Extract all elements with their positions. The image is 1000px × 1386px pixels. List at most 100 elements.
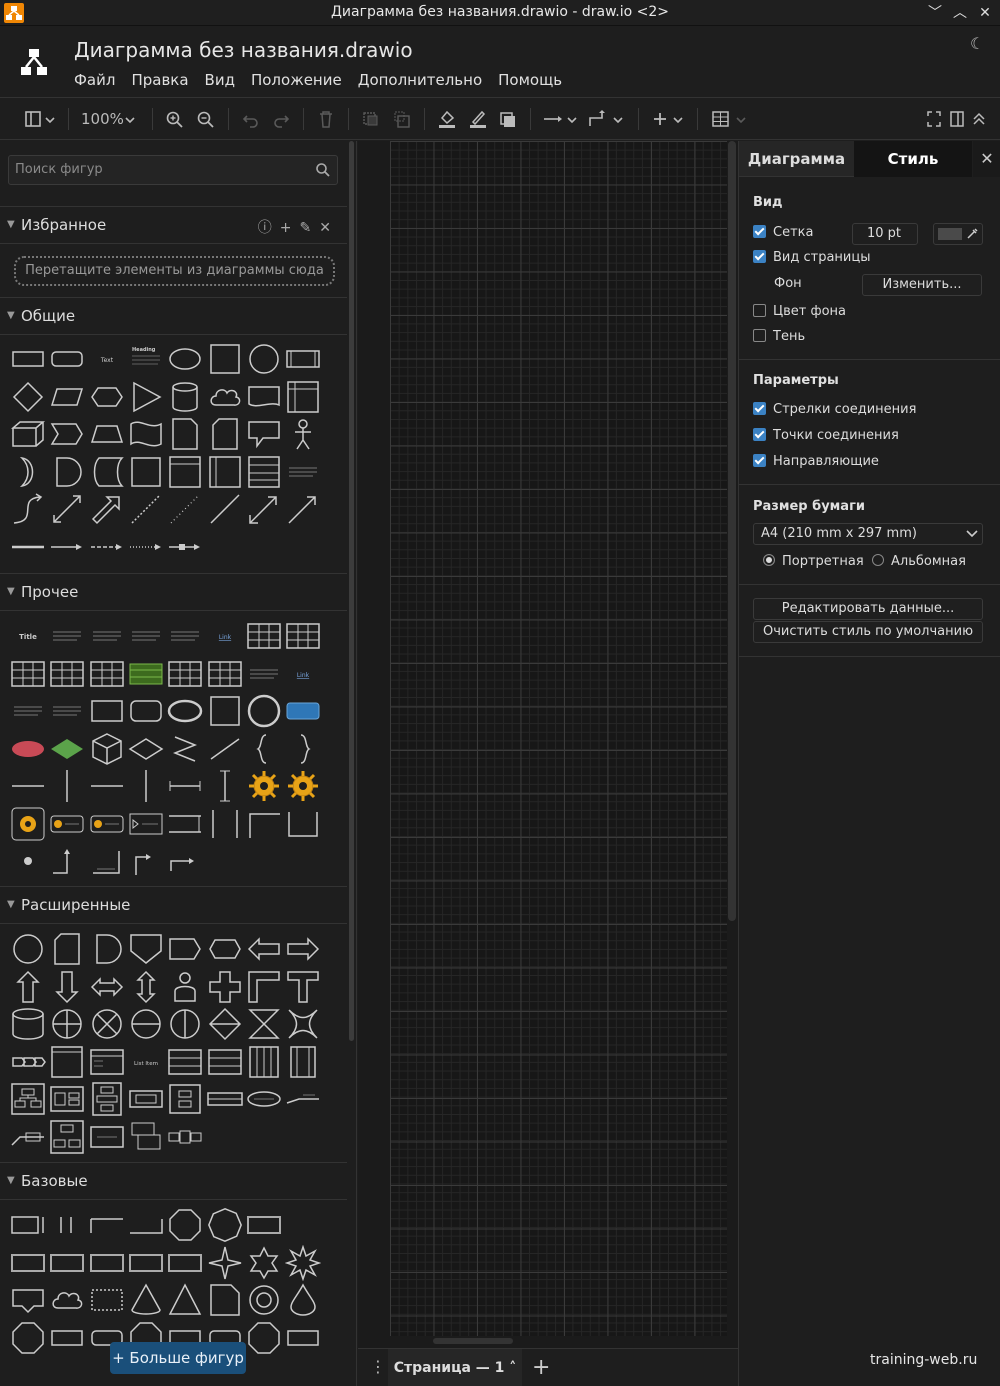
shape-bcorner[interactable]	[128, 1207, 164, 1243]
shape-table[interactable]	[49, 656, 85, 692]
shape-stack[interactable]	[128, 1119, 164, 1155]
shadow-icon[interactable]	[499, 108, 517, 130]
shape-rect[interactable]	[49, 1320, 85, 1356]
menu-arrange[interactable]: Положение	[251, 71, 342, 89]
shape-person[interactable]	[167, 969, 203, 1005]
shape-octa[interactable]	[246, 1320, 282, 1356]
shape-lshape[interactable]	[246, 969, 282, 1005]
shape-trap[interactable]	[89, 416, 125, 452]
shape-rhombus[interactable]	[128, 731, 164, 767]
shape-cont[interactable]	[285, 379, 321, 415]
close-window-button[interactable]: ✕	[975, 3, 995, 23]
shape-hbar[interactable]	[10, 768, 46, 804]
landscape-row[interactable]: Альбомная	[872, 554, 966, 572]
shape-cross[interactable]	[207, 969, 243, 1005]
shape-hdash[interactable]	[89, 529, 125, 565]
shape-textlines[interactable]	[285, 454, 321, 490]
shape-textlines[interactable]	[49, 693, 85, 729]
shape-hdim[interactable]	[167, 768, 203, 804]
shape-orgbox[interactable]	[89, 1119, 125, 1155]
document-title[interactable]: Диаграмма без названия.drawio	[74, 38, 413, 62]
shape-xgate[interactable]	[89, 1006, 125, 1042]
shape-circle[interactable]	[246, 341, 282, 377]
shape-octa[interactable]	[10, 1320, 46, 1356]
shape-swim[interactable]	[167, 454, 203, 490]
shape-rectg[interactable]	[246, 1207, 282, 1243]
shape-rect[interactable]	[285, 1320, 321, 1356]
shape-org2[interactable]	[49, 1081, 85, 1117]
guides-checkbox[interactable]	[753, 454, 766, 467]
shape-vlines2[interactable]	[49, 1207, 85, 1243]
shape-hbars[interactable]	[207, 1044, 243, 1080]
shape-chevs[interactable]	[10, 1044, 46, 1080]
shape-harrow[interactable]	[49, 529, 85, 565]
shape-textlines[interactable]	[89, 618, 125, 654]
close-icon[interactable]: ✕	[973, 141, 1000, 177]
shape-table[interactable]	[167, 656, 203, 692]
shape-ucorner[interactable]	[285, 806, 321, 842]
page-view-checkbox[interactable]	[753, 250, 766, 263]
shape-org4[interactable]	[128, 1081, 164, 1117]
shape-vbars[interactable]	[246, 1044, 282, 1080]
shape-star4s[interactable]	[207, 1245, 243, 1281]
shape-elbow4[interactable]	[167, 843, 203, 879]
shape-tshape[interactable]	[285, 969, 321, 1005]
shape-cyl2[interactable]	[10, 1006, 46, 1042]
shape-gear[interactable]	[246, 768, 282, 804]
grid-size-field[interactable]: 10 pt	[852, 223, 918, 245]
shape-link[interactable]: Link	[285, 656, 321, 692]
shape-table[interactable]	[10, 656, 46, 692]
shape-doc[interactable]	[246, 379, 282, 415]
shape-octa2[interactable]	[207, 1207, 243, 1243]
zoom-out-icon[interactable]	[197, 108, 215, 130]
shape-ellipse[interactable]	[167, 341, 203, 377]
shape-hgate[interactable]	[128, 1006, 164, 1042]
shape-tri[interactable]	[128, 379, 164, 415]
shape-rectg[interactable]	[89, 1245, 125, 1281]
shape-gearbox[interactable]	[10, 806, 46, 842]
shape-wide[interactable]	[206, 1081, 243, 1117]
landscape-radio[interactable]	[872, 554, 884, 566]
add-page-icon[interactable]: +	[532, 1355, 550, 1380]
shape-hex[interactable]	[89, 379, 125, 415]
guides-row[interactable]: Направляющие	[753, 454, 879, 472]
shape-bluebar[interactable]	[285, 693, 321, 729]
shape-step[interactable]	[49, 416, 85, 452]
moon-icon[interactable]: ☾	[970, 34, 990, 54]
shape-star4[interactable]	[285, 1006, 321, 1042]
shape-text[interactable]: Text	[89, 341, 125, 377]
edit-data-button[interactable]: Редактировать данные...	[753, 598, 983, 620]
shape-arrow[interactable]	[285, 491, 321, 527]
shape-rectg[interactable]	[10, 1245, 46, 1281]
shape-table[interactable]	[207, 656, 243, 692]
portrait-radio[interactable]	[763, 554, 775, 566]
canvas-horizontal-scrollbar[interactable]	[433, 1338, 513, 1344]
shape-circle[interactable]	[10, 931, 46, 967]
shape-darrow[interactable]	[49, 969, 85, 1005]
page-tab[interactable]: Страница — 1 ˄	[388, 1349, 522, 1386]
shadow-checkbox[interactable]	[753, 329, 766, 342]
shape-org5[interactable]	[167, 1081, 203, 1117]
maximize-button[interactable]: ︿	[950, 3, 970, 23]
bg-color-row[interactable]: Цвет фона	[753, 304, 846, 322]
shape-gearlabel[interactable]	[49, 806, 85, 842]
shape-actor[interactable]	[285, 416, 321, 452]
shape-elbow3[interactable]	[128, 843, 164, 879]
shape-lane[interactable]	[207, 454, 243, 490]
shape-square[interactable]	[207, 341, 243, 377]
shape-cube[interactable]	[10, 416, 46, 452]
to-front-icon[interactable]	[362, 108, 380, 130]
shape-title[interactable]: Title	[10, 618, 46, 654]
shape-gearlabel[interactable]	[89, 806, 125, 842]
shape-tri2[interactable]	[167, 1282, 203, 1318]
table-icon[interactable]	[712, 108, 750, 130]
tab-style[interactable]: Стиль	[854, 141, 972, 177]
shape-org6[interactable]	[49, 1119, 85, 1155]
shape-arrowh[interactable]	[167, 931, 203, 967]
search-input[interactable]	[15, 162, 305, 177]
shape-stor[interactable]	[89, 454, 125, 490]
more-shapes-button[interactable]: + Больше фигур	[110, 1342, 246, 1374]
paper-size-select[interactable]: A4 (210 mm x 297 mm)	[753, 523, 983, 545]
shape-card[interactable]	[207, 416, 243, 452]
points-row[interactable]: Точки соединения	[753, 428, 899, 446]
